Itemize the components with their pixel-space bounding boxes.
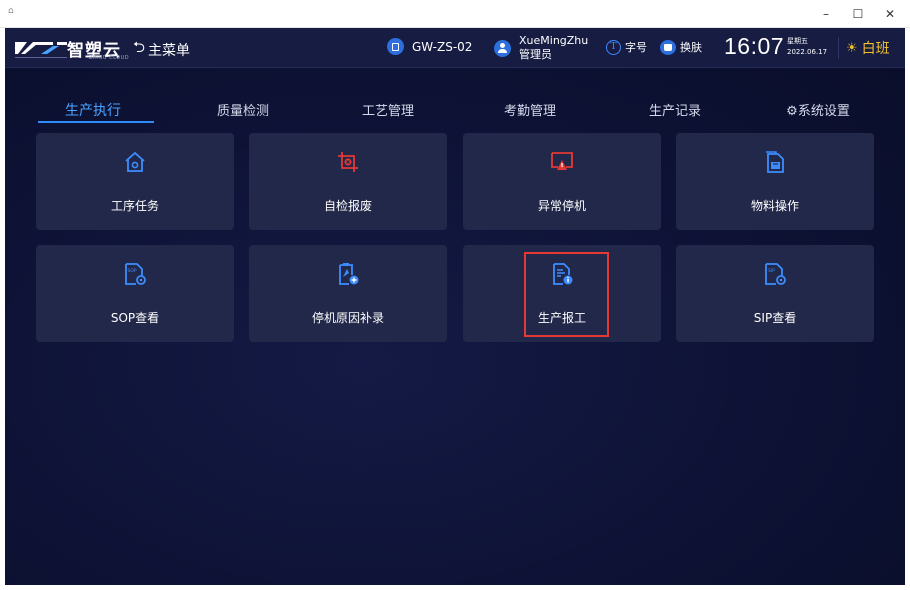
tile-label: 工序任务 [110, 199, 159, 213]
tile-sip-view[interactable]: SIP SIP查看 [676, 245, 874, 342]
crop-scrap-icon [338, 152, 358, 172]
svg-text:SOP: SOP [128, 268, 137, 274]
sip-document-icon: SIP [765, 263, 786, 285]
home-gear-icon [125, 151, 145, 172]
clock-weekday: 星期五 [787, 37, 808, 45]
tile-process-task[interactable]: 工序任务 [36, 133, 234, 230]
window-titlebar: ⌂ – ☐ ✕ [0, 0, 910, 28]
brand-subtitle: ZHISU CLOUD [89, 55, 130, 61]
user-name: XueMingZhu [519, 34, 589, 47]
font-size-button[interactable]: T 字号 [606, 39, 647, 55]
tab-process-management[interactable]: 工艺管理 [358, 100, 418, 124]
report-document-icon [553, 263, 573, 285]
active-tab-underline [38, 121, 154, 123]
tile-self-check-scrap[interactable]: 自检报废 [249, 133, 447, 230]
font-size-label: 字号 [625, 41, 647, 54]
main-menu-button[interactable]: ⮌ 主菜单 [133, 37, 190, 62]
tile-abnormal-shutdown[interactable]: 异常停机 [463, 133, 661, 230]
app-header: 智塑云 ZHISU CLOUD ⮌ 主菜单 GW-ZS-02 XueMingZh… [5, 28, 905, 68]
app-frame: 智塑云 ZHISU CLOUD ⮌ 主菜单 GW-ZS-02 XueMingZh… [5, 28, 905, 585]
header-divider [838, 37, 839, 59]
tile-label: 物料操作 [750, 199, 799, 213]
monitor-warning-icon [551, 152, 573, 170]
main-menu-label: 主菜单 [148, 42, 191, 59]
user-info[interactable]: XueMingZhu 管理员 [494, 35, 588, 62]
tile-label: 停机原因补录 [311, 311, 384, 325]
user-avatar-icon [494, 40, 511, 57]
tile-material-operation[interactable]: 物料操作 [676, 133, 874, 230]
user-role: 管理员 [519, 48, 552, 61]
clock-time: 16:07 [724, 33, 785, 59]
sun-icon: ☀ [846, 40, 858, 56]
shift-indicator: ☀ 白班 [846, 38, 890, 58]
tab-production-records[interactable]: 生产记录 [645, 100, 705, 124]
minimize-button[interactable]: – [814, 4, 838, 24]
tab-attendance-management[interactable]: 考勤管理 [500, 100, 560, 124]
svg-text:SIP: SIP [768, 268, 775, 274]
module-tabs: 生产执行 质量检测 工艺管理 考勤管理 生产记录 ⚙系统设置 [35, 100, 895, 124]
material-document-icon [766, 151, 784, 173]
tile-label: 异常停机 [537, 199, 586, 213]
skin-button[interactable]: 换肤 [660, 39, 702, 55]
tile-label: SOP查看 [110, 311, 160, 325]
tile-label: 自检报废 [323, 199, 372, 213]
skin-label: 换肤 [680, 41, 702, 54]
tab-quality-inspection[interactable]: 质量检测 [213, 100, 273, 124]
clipboard-add-icon [339, 263, 359, 285]
maximize-button[interactable]: ☐ [846, 4, 870, 24]
station-info: GW-ZS-02 [387, 38, 472, 55]
station-code: GW-ZS-02 [412, 39, 473, 54]
tile-shutdown-reason-entry[interactable]: 停机原因补录 [249, 245, 447, 342]
tile-label: SIP查看 [753, 311, 797, 325]
clock-date: 2022.06.17 [787, 48, 828, 56]
shift-label: 白班 [861, 41, 890, 57]
station-icon [387, 38, 404, 55]
sop-document-icon: SOP [125, 263, 146, 285]
tile-sop-view[interactable]: SOP SOP查看 [36, 245, 234, 342]
close-button[interactable]: ✕ [878, 4, 902, 24]
tile-production-report[interactable]: 生产报工 [463, 245, 661, 342]
font-size-icon: T [606, 39, 621, 55]
tab-system-settings[interactable]: ⚙系统设置 [783, 100, 853, 124]
app-window-icon: ⌂ [8, 6, 14, 16]
tile-label: 生产报工 [537, 311, 586, 325]
back-arrow-icon: ⮌ [133, 38, 146, 56]
brand-logo-icon [15, 42, 67, 58]
shirt-icon [660, 39, 676, 55]
